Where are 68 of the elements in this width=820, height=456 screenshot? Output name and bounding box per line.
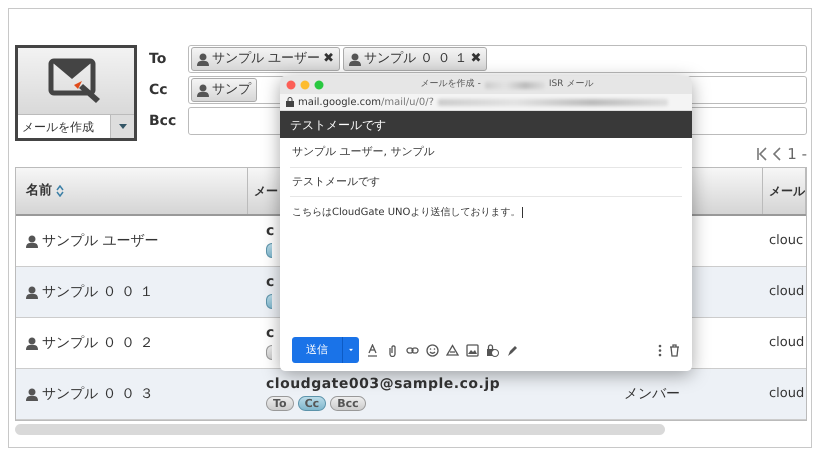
remove-chip-button[interactable]: ✖	[470, 49, 482, 69]
recipient-type-tag[interactable]: Cc	[298, 396, 326, 412]
text-format-icon[interactable]	[366, 344, 379, 356]
name-cell-text: サンプル ０ ０ １	[42, 282, 154, 302]
caret-icon	[349, 348, 353, 352]
recipient-chip[interactable]: サンプ	[191, 78, 257, 102]
blurred-text	[484, 82, 545, 88]
email-cell: c	[266, 326, 275, 342]
chip-name: サンプル ユーザー	[212, 50, 320, 68]
email-cell: c	[266, 274, 275, 290]
image-icon[interactable]	[466, 344, 479, 356]
recipient-type-tag[interactable]	[266, 243, 272, 258]
person-icon	[26, 388, 38, 400]
first-page-icon[interactable]	[757, 147, 768, 161]
recipient-type-tag[interactable]	[266, 345, 272, 360]
person-icon	[197, 84, 209, 96]
name-cell-text: サンプル ０ ０ ３	[42, 384, 154, 404]
remove-chip-button[interactable]: ✖	[323, 49, 334, 69]
person-icon	[26, 234, 38, 248]
name-cell-text: サンプル ０ ０ ２	[42, 334, 154, 352]
previous-page-icon[interactable]	[773, 147, 782, 161]
field-label: To	[148, 50, 168, 69]
chip-name: サンプル ０ ０ １	[364, 50, 468, 68]
compose-label: メールを作成	[21, 119, 95, 136]
text-cursor	[522, 206, 524, 218]
recipient-chip[interactable]: サンプル ０ ０ １ ✖	[343, 47, 488, 71]
recipient-type-tag[interactable]: Bcc	[330, 396, 366, 412]
field-label: Cc	[148, 81, 169, 100]
recipient-field[interactable]: サンプル ユーザー ✖ サンプル ０ ０ １ ✖	[188, 45, 807, 73]
compose-mail-button[interactable]: メールを作成	[15, 45, 137, 141]
horizontal-scrollbar[interactable]	[15, 424, 665, 435]
lock-icon	[286, 97, 294, 107]
pen-icon[interactable]	[506, 344, 519, 356]
compose-title: テストメールです	[280, 111, 692, 138]
more-options-icon[interactable]	[658, 344, 662, 356]
table-cell-text: cloud	[769, 283, 804, 302]
person-icon	[197, 52, 209, 66]
column-header[interactable]: 名前	[26, 181, 52, 201]
person-icon	[26, 286, 38, 298]
table-cell-text: cloud	[769, 385, 804, 404]
emoji-icon[interactable]	[426, 344, 439, 356]
field-label: Bcc	[148, 112, 178, 131]
recipients-field[interactable]: サンプル ユーザー, サンプル	[290, 138, 682, 168]
caret-icon[interactable]	[118, 124, 126, 129]
email-cell: cloudgate003@sample.co.jp	[266, 376, 500, 392]
lock-clock-icon[interactable]	[486, 344, 499, 356]
message-body[interactable]: こちらはCloudGate UNOより送信しております。	[292, 207, 520, 218]
column-header[interactable]: メール	[769, 182, 805, 200]
drive-icon[interactable]	[446, 344, 459, 356]
url-text: mail.google.com/mail/u/0/?	[298, 96, 434, 110]
person-icon	[26, 336, 38, 350]
trash-icon[interactable]	[669, 344, 680, 356]
sort-icon[interactable]	[56, 185, 64, 197]
recipient-type-tag[interactable]: To	[266, 396, 294, 412]
window-title: ISR メール	[548, 78, 594, 92]
table-cell-text: clouc	[769, 232, 804, 250]
recipient-chip[interactable]: サンプル ユーザー ✖	[191, 47, 340, 71]
recipient-type-tag[interactable]	[266, 294, 272, 310]
subject-field[interactable]: テストメールです	[290, 168, 682, 197]
email-cell: c	[266, 224, 275, 240]
window-title: メールを作成 -	[420, 78, 481, 92]
person-icon	[349, 52, 362, 66]
page-range: 1 -	[787, 144, 807, 165]
column-header[interactable]: メー	[254, 182, 278, 200]
role-cell-text: メンバー	[624, 384, 680, 404]
chip-name: サンプ	[212, 81, 251, 100]
table-cell-text: cloud	[769, 334, 804, 352]
name-cell-text: サンプル ユーザー	[42, 232, 158, 250]
